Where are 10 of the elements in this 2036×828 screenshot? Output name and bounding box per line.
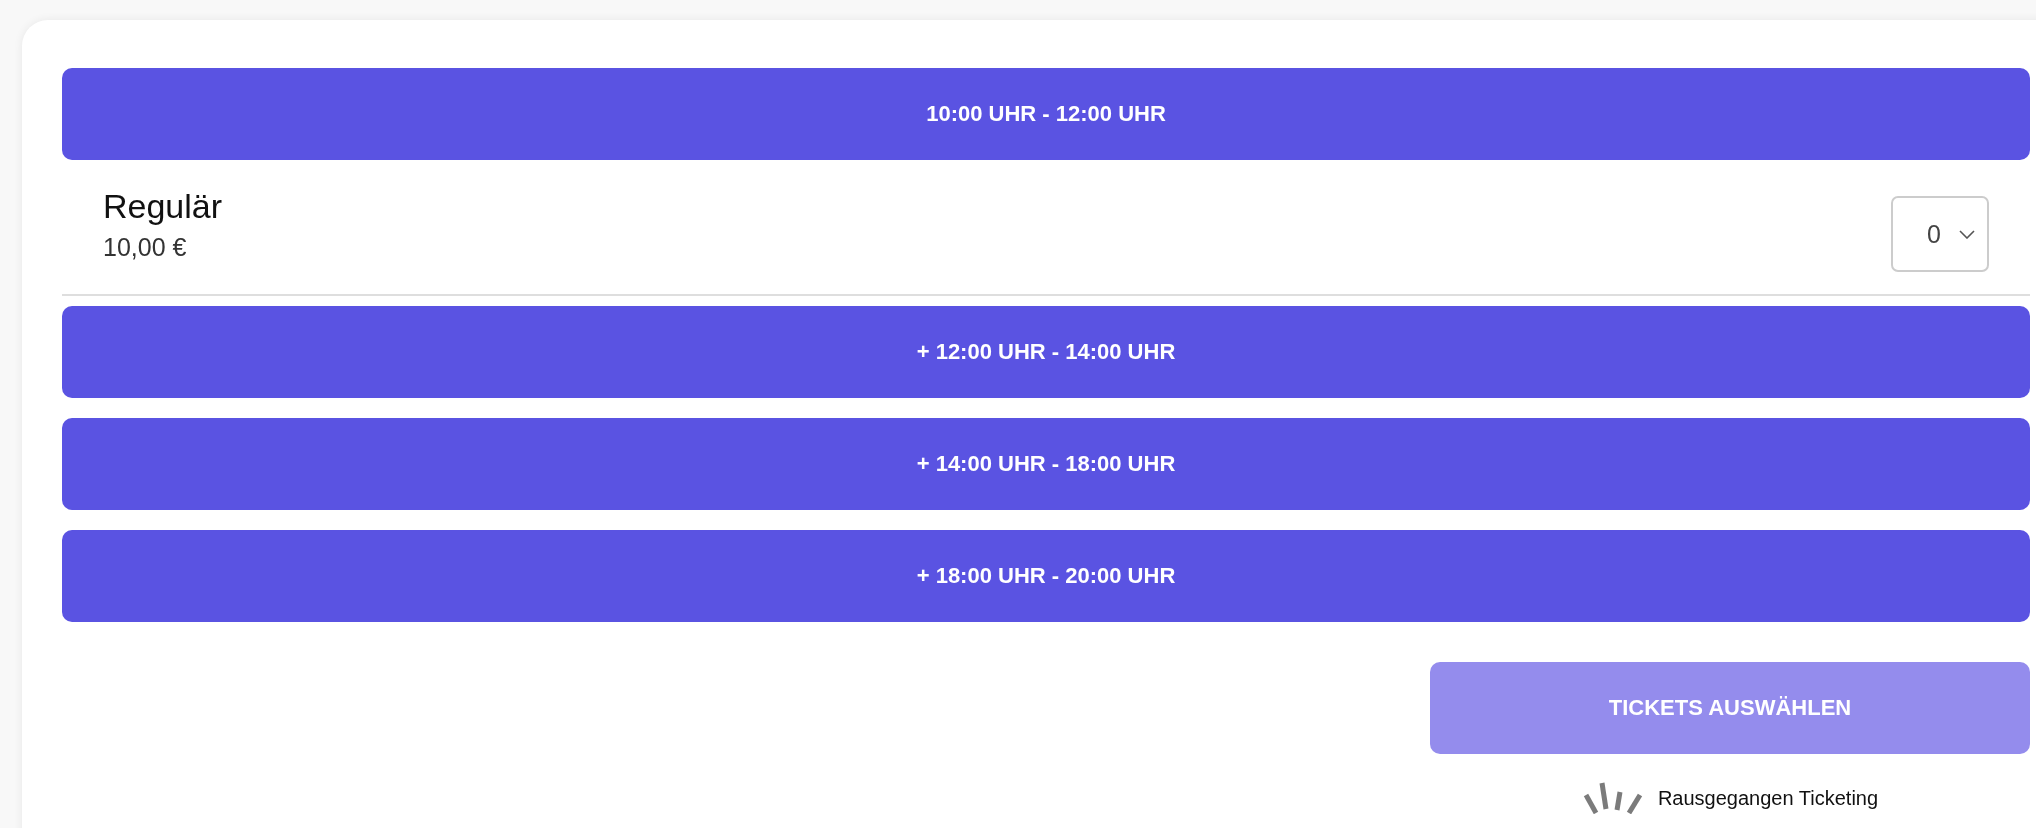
quantity-select[interactable]: 0 [1891,196,1989,272]
chevron-down-icon [1959,229,1975,239]
sunburst-logo-icon [1581,782,1643,814]
ticket-price: 10,00 € [103,232,188,262]
time-slot-header[interactable]: + 18:00 UHR - 20:00 UHR [62,530,2030,622]
ticket-name: Regulär [103,186,223,225]
brand-name: Rausgegangen Ticketing [1657,786,1879,810]
time-slot-header[interactable]: + 12:00 UHR - 14:00 UHR [62,306,2030,398]
time-slot-header[interactable]: 10:00 UHR - 12:00 UHR [62,68,2030,160]
time-slot-header[interactable]: + 14:00 UHR - 18:00 UHR [62,418,2030,510]
